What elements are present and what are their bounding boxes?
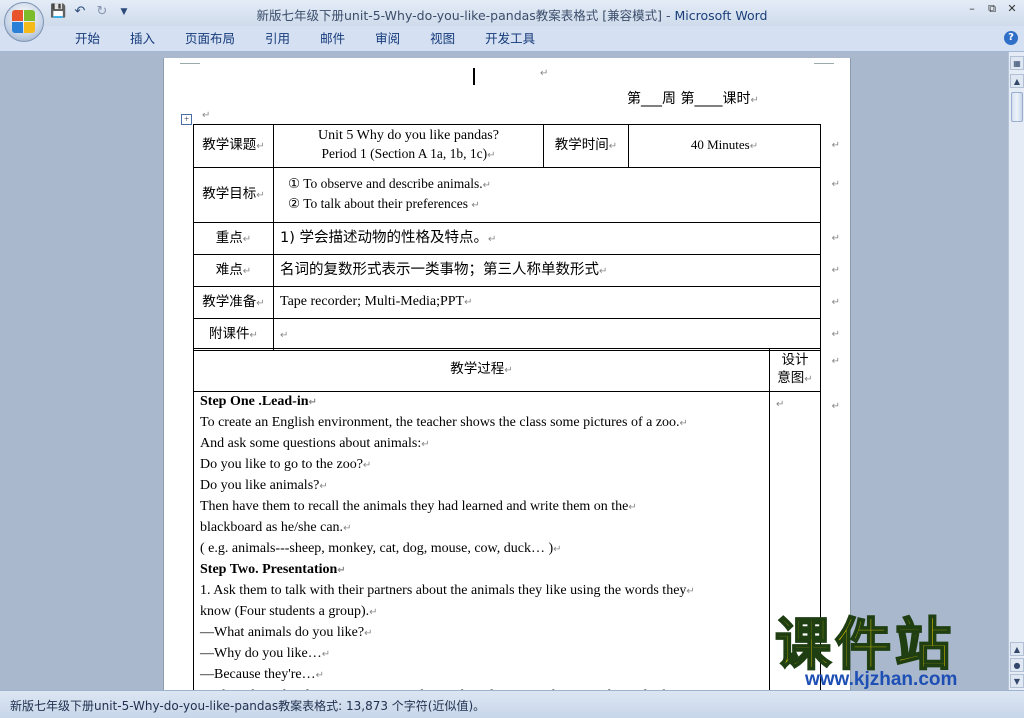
tab-insert[interactable]: 插入	[115, 31, 170, 47]
process-line: Then have them to recall the animals the…	[200, 499, 637, 514]
ribbon-tabs: 开始 插入 页面布局 引用 邮件 审阅 视图 开发工具	[60, 31, 550, 47]
process-line: Step One .Lead-in↵	[200, 394, 317, 409]
ribbon: 开始 插入 页面布局 引用 邮件 审阅 视图 开发工具 ?	[0, 26, 1024, 52]
scrollbar-thumb[interactable]	[1011, 92, 1023, 122]
attachment-label: 附课件↵	[193, 318, 274, 351]
process-line: 1. Ask them to talk with their partners …	[200, 583, 695, 598]
tab-references[interactable]: 引用	[250, 31, 305, 47]
process-line: ( e.g. animals---sheep, monkey, cat, dog…	[200, 541, 562, 556]
text-cursor	[473, 68, 475, 85]
preparation-label: 教学准备↵	[193, 286, 274, 319]
process-content[interactable]: Step One .Lead-in↵ To create an English e…	[193, 391, 770, 690]
process-line: Step Two. Presentation↵	[200, 562, 346, 577]
process-line: Do you like to go to the zoo?↵	[200, 457, 372, 472]
week-period-line: 第___周 第____课时↵	[627, 91, 759, 107]
watermark-title: 课件站	[774, 613, 955, 678]
goal-value[interactable]: ① To observe and describe animals.↵ ② To…	[273, 167, 840, 223]
preparation-value[interactable]: Tape recorder; Multi-Media;PPT↵ ↵	[273, 286, 840, 319]
tab-home[interactable]: 开始	[60, 31, 115, 47]
process-line: —Why do you like…↵	[200, 646, 331, 661]
process-line: —Because they're…↵	[200, 667, 325, 682]
time-label: 教学时间↵	[543, 124, 629, 168]
watermark-url: www.kjzhan.com	[805, 669, 958, 690]
topic-value[interactable]: Unit 5 Why do you like pandas? Period 1 …	[273, 124, 544, 168]
minimize-icon[interactable]: –	[966, 2, 978, 16]
goal-label: 教学目标↵	[193, 167, 274, 223]
time-value[interactable]: 40 Minutes↵ ↵	[628, 124, 840, 168]
close-icon[interactable]: ✕	[1006, 2, 1018, 16]
process-line: To create an English environment, the te…	[200, 415, 688, 430]
tab-review[interactable]: 审阅	[360, 31, 415, 47]
document-page[interactable]: ↵ 第___周 第____课时↵ + ↵ 教学课题↵ Unit 5 Why do…	[163, 58, 851, 690]
title-bar: 💾 ↶ ↻ ▼ 新版七年级下册unit-5-Why-do-you-like-pa…	[0, 0, 1024, 42]
design-intent-label: 设计 意图↵ ↵	[769, 348, 840, 392]
crop-mark	[814, 58, 834, 64]
window-title: 新版七年级下册unit-5-Why-do-you-like-pandas教案表格…	[256, 8, 768, 23]
topic-label: 教学课题↵	[193, 124, 274, 168]
process-table: 教学过程↵ 设计 意图↵ ↵ Step One .Lead-in↵ To crea…	[193, 348, 840, 690]
document-workspace[interactable]: ↵ 第___周 第____课时↵ + ↵ 教学课题↵ Unit 5 Why do…	[0, 52, 1008, 690]
ruler-toggle-icon[interactable]: ▦	[1010, 56, 1024, 70]
process-line: know (Four students a group).↵	[200, 604, 378, 619]
vertical-scrollbar[interactable]: ▦ ▲ ▲ ● ▼	[1008, 52, 1024, 690]
process-line: Do you like animals?↵	[200, 478, 328, 493]
status-text: 新版七年级下册unit-5-Why-do-you-like-pandas教案表格…	[10, 699, 486, 713]
tab-view[interactable]: 视图	[415, 31, 470, 47]
tab-page-layout[interactable]: 页面布局	[170, 31, 250, 47]
office-logo-icon	[12, 10, 36, 34]
process-label: 教学过程↵	[193, 348, 770, 392]
lesson-plan-table: 教学课题↵ Unit 5 Why do you like pandas? Per…	[193, 124, 840, 351]
process-line: blackboard as he/she can.↵	[200, 520, 352, 535]
tab-mailings[interactable]: 邮件	[305, 31, 360, 47]
table-move-handle-icon[interactable]: +	[181, 114, 192, 125]
paragraph-mark: ↵	[202, 110, 211, 121]
watermark-logo: 课件站 www.kjzhan.com	[774, 613, 1015, 692]
window-controls: – ⧉ ✕	[966, 2, 1018, 16]
scroll-up-icon[interactable]: ▲	[1010, 74, 1024, 88]
process-line: And ask some questions about animals:↵	[200, 436, 430, 451]
restore-icon[interactable]: ⧉	[986, 2, 998, 16]
paragraph-mark: ↵	[540, 68, 549, 79]
key-point-label: 重点↵	[193, 222, 274, 255]
help-icon[interactable]: ?	[1004, 31, 1018, 45]
crop-mark	[180, 58, 200, 64]
office-button[interactable]	[4, 2, 44, 42]
key-point-value[interactable]: 1) 学会描述动物的性格及特点。↵ ↵	[273, 222, 840, 255]
attachment-value[interactable]: ↵ ↵	[273, 318, 840, 351]
process-line: —What animals do you like?↵	[200, 625, 373, 640]
status-bar: 新版七年级下册unit-5-Why-do-you-like-pandas教案表格…	[0, 690, 1024, 718]
difficulty-value[interactable]: 名词的复数形式表示一类事物；第三人称单数形式↵ ↵	[273, 254, 840, 287]
tab-developer[interactable]: 开发工具	[470, 31, 550, 47]
difficulty-label: 难点↵	[193, 254, 274, 287]
